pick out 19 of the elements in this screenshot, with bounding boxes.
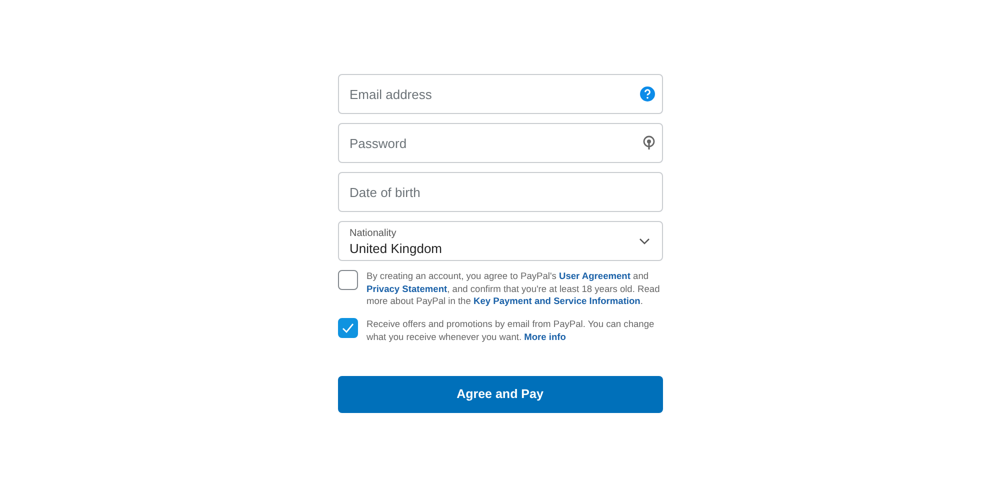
field-label: Nationality [350, 228, 398, 240]
consent-text: By creating an account, you agree to PayPal's User Agreement and Privacy Statement, and confirm that you're at least 18 years old. Read more about PayPal in the Key Payment and Service Information. [366, 270, 661, 308]
eye-icon[interactable] [642, 135, 654, 151]
text-link[interactable]: User Agreement [558, 271, 630, 281]
select-value: United Kingdom [350, 240, 442, 256]
chevron-down-icon [638, 238, 650, 244]
text-link[interactable]: Privacy Statement [366, 284, 448, 294]
agree-and-pay-button[interactable]: Agree and Pay [338, 376, 662, 413]
check-icon [340, 322, 354, 334]
nationality-select[interactable]: Nationality United Kingdom [338, 221, 662, 261]
checkbox[interactable] [338, 318, 358, 338]
date-field[interactable]: Date of birth [338, 172, 662, 212]
email-field[interactable]: Email address [338, 74, 662, 114]
text-link[interactable]: More info [524, 332, 566, 342]
consent-text: Receive offers and promotions by email from PayPal. You can change what you receive whenever you want. More info [366, 318, 656, 344]
text-link[interactable]: Key Payment and Service Information [473, 296, 640, 306]
help-icon[interactable] [640, 86, 654, 102]
password-field[interactable]: Password [338, 123, 662, 163]
checkbox[interactable] [338, 270, 358, 290]
